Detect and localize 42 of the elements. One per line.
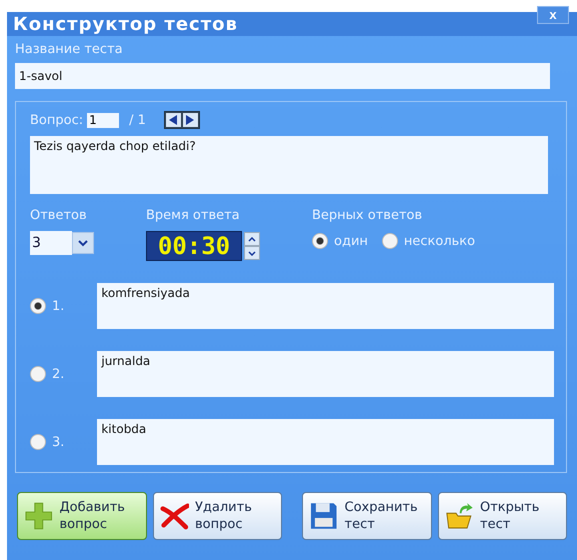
- answer-field[interactable]: kitobda: [97, 419, 554, 465]
- chevron-up-icon: [248, 236, 256, 242]
- radio-button[interactable]: [30, 366, 46, 382]
- question-number-field[interactable]: 1: [87, 112, 120, 128]
- answer-field[interactable]: jurnalda: [97, 351, 554, 397]
- answers-count-label: Ответов: [30, 208, 88, 223]
- answer-number: 1.: [52, 298, 66, 314]
- test-name-field[interactable]: 1-savol: [15, 63, 550, 89]
- next-button[interactable]: [182, 112, 199, 128]
- question-total: / 1: [129, 112, 146, 128]
- add-button[interactable]: Добавить вопрос: [17, 492, 146, 540]
- chevron-down-icon: [78, 240, 88, 246]
- answer-field[interactable]: komfrensiyada: [97, 283, 554, 329]
- delete-button[interactable]: Удалить вопрос: [152, 492, 282, 540]
- radio-label: один: [334, 234, 368, 248]
- open-button[interactable]: Открыть тест: [438, 492, 567, 540]
- test-name-label: Название теста: [15, 42, 124, 57]
- dropdown-button[interactable]: [72, 232, 94, 254]
- right-arrow-icon: [185, 115, 196, 125]
- radio-label: несколько: [404, 234, 476, 248]
- window-title: Конструктор тестов: [13, 14, 238, 34]
- save-button[interactable]: Сохранить тест: [302, 492, 432, 540]
- answer-number: 3.: [52, 434, 66, 450]
- radio-button[interactable]: [30, 298, 46, 314]
- answer-time-label: Время ответа: [146, 208, 241, 223]
- increase-button[interactable]: [244, 232, 260, 246]
- answer-number: 2.: [52, 366, 66, 382]
- chevron-down-icon: [248, 250, 256, 256]
- answers-count-field[interactable]: 3: [30, 231, 72, 255]
- cross-icon: [160, 502, 189, 530]
- question-text-field[interactable]: Tezis qayerda chop etiladi?: [30, 136, 548, 194]
- radio-button[interactable]: [30, 434, 46, 450]
- decrease-button[interactable]: [244, 246, 260, 260]
- time-field[interactable]: 00:30: [146, 231, 242, 261]
- radio-button[interactable]: [382, 233, 398, 249]
- folder-icon: [444, 501, 474, 531]
- question-label: Вопрос:: [30, 112, 84, 128]
- correct-answers-label: Верных ответов: [312, 208, 424, 223]
- radio-button[interactable]: [312, 233, 328, 249]
- previous-button[interactable]: [164, 112, 182, 128]
- left-arrow-icon: [168, 115, 178, 125]
- plus-icon: [24, 501, 54, 531]
